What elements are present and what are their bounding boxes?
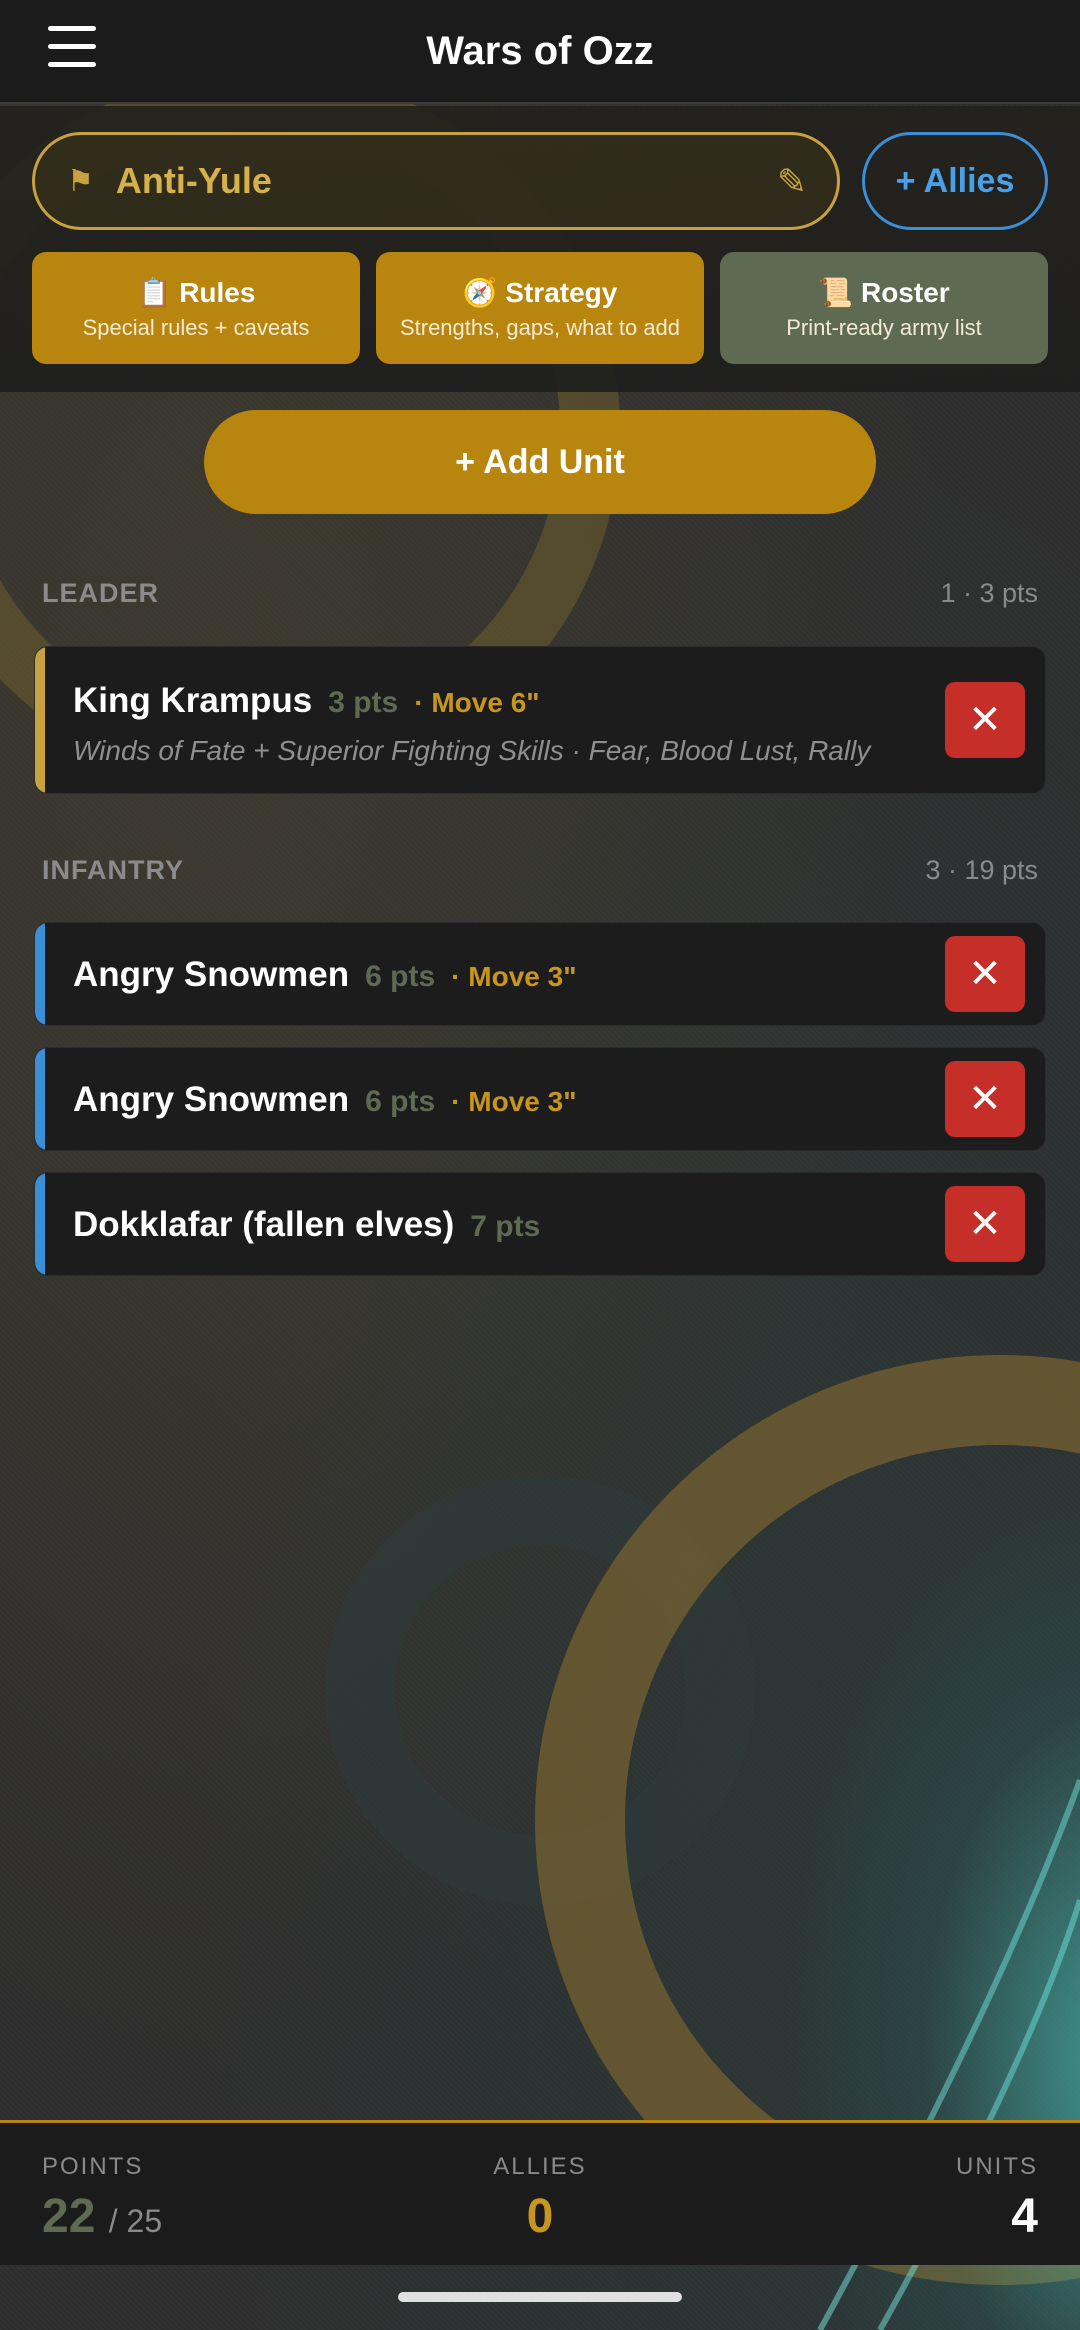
hamburger-menu-icon[interactable]: [48, 26, 96, 70]
unit-move: · Move 3": [451, 1086, 577, 1117]
unit-name: Angry Snowmen: [73, 955, 350, 994]
unit-type-stripe: [35, 1173, 45, 1275]
section-header-infantry: INFANTRY 3 · 19 pts: [42, 855, 1038, 886]
close-icon: ✕: [968, 698, 1002, 742]
army-name: Anti-Yule: [115, 160, 272, 201]
unit-card[interactable]: Angry Snowmen 6 pts · Move 3" ✕: [34, 1047, 1046, 1151]
unit-points: 6 pts: [365, 960, 436, 993]
unit-move: · Move 3": [451, 961, 577, 992]
delete-unit-button[interactable]: ✕: [945, 682, 1025, 758]
scroll-icon: 📜: [818, 276, 854, 308]
strategy-subtitle: Strengths, gaps, what to add: [399, 314, 681, 340]
flag-icon: ⚑: [67, 164, 94, 198]
section-label: LEADER: [42, 578, 160, 608]
section-count: 1 · 3 pts: [940, 578, 1038, 608]
section-label: INFANTRY: [42, 855, 184, 885]
add-allies-button[interactable]: + Allies: [862, 132, 1048, 230]
allies-label: ALLIES: [493, 2153, 587, 2180]
delete-unit-button[interactable]: ✕: [945, 936, 1025, 1012]
army-header: ⚑ Anti-Yule ✎ + Allies 📋 Rules Special r…: [0, 106, 1080, 392]
compass-icon: 🧭: [462, 276, 498, 308]
unit-name: King Krampus: [73, 681, 313, 720]
top-app-bar: Wars of Ozz: [0, 0, 1080, 104]
section-count: 3 · 19 pts: [925, 855, 1038, 885]
rules-title: Rules: [179, 276, 256, 308]
home-indicator[interactable]: [398, 2292, 682, 2302]
pencil-icon[interactable]: ✎: [777, 161, 807, 203]
allies-value: 0: [526, 2190, 554, 2243]
strategy-title: Strategy: [505, 276, 618, 308]
close-icon: ✕: [968, 1077, 1002, 1121]
clipboard-icon: 📋: [136, 276, 172, 308]
army-name-field[interactable]: ⚑ Anti-Yule ✎: [32, 132, 840, 230]
unit-type-stripe: [35, 923, 45, 1025]
units-stat: UNITS 4: [956, 2153, 1038, 2244]
section-header-leader: LEADER 1 · 3 pts: [42, 578, 1038, 609]
strategy-button[interactable]: 🧭 Strategy Strengths, gaps, what to add: [376, 252, 704, 364]
unit-card[interactable]: Angry Snowmen 6 pts · Move 3" ✕: [34, 922, 1046, 1026]
add-unit-button[interactable]: + Add Unit: [204, 410, 876, 514]
unit-description: Winds of Fate + Superior Fighting Skills…: [73, 735, 871, 766]
roster-button[interactable]: 📜 Roster Print-ready army list: [720, 252, 1048, 364]
app-title: Wars of Ozz: [426, 28, 654, 73]
unit-name: Dokklafar (fallen elves): [73, 1205, 455, 1244]
unit-move: · Move 6": [414, 687, 540, 718]
roster-title: Roster: [860, 276, 950, 308]
units-label: UNITS: [956, 2153, 1038, 2180]
unit-type-stripe: [35, 1048, 45, 1150]
unit-points: 6 pts: [365, 1085, 436, 1118]
delete-unit-button[interactable]: ✕: [945, 1061, 1025, 1137]
unit-type-stripe: [35, 647, 45, 793]
unit-card[interactable]: Dokklafar (fallen elves) 7 pts ✕: [34, 1172, 1046, 1276]
unit-name: Angry Snowmen: [73, 1080, 350, 1119]
close-icon: ✕: [968, 1202, 1002, 1246]
close-icon: ✕: [968, 952, 1002, 996]
unit-card[interactable]: King Krampus 3 pts · Move 6" Winds of Fa…: [34, 646, 1046, 794]
rules-button[interactable]: 📋 Rules Special rules + caveats: [32, 252, 360, 364]
roster-subtitle: Print-ready army list: [786, 314, 982, 340]
rules-subtitle: Special rules + caveats: [82, 314, 310, 340]
unit-points: 7 pts: [470, 1210, 541, 1243]
units-value: 4: [1011, 2190, 1038, 2243]
allies-stat: ALLIES 0: [0, 2153, 1080, 2244]
stats-footer: POINTS 22 / 25 ALLIES 0 UNITS 4: [0, 2120, 1080, 2265]
unit-points: 3 pts: [328, 686, 399, 719]
delete-unit-button[interactable]: ✕: [945, 1186, 1025, 1262]
